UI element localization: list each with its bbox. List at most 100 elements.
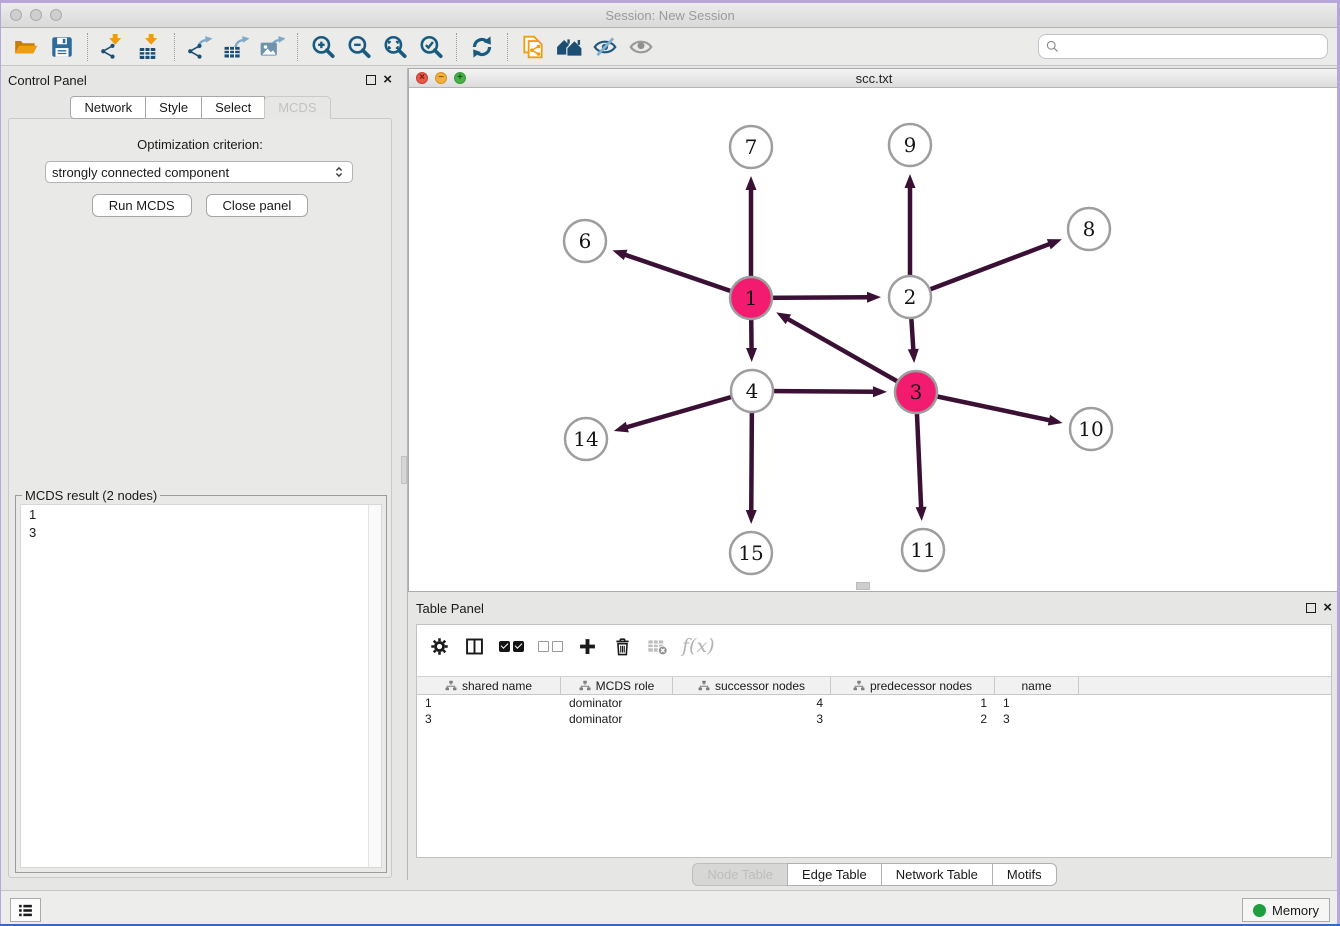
chevron-updown-icon	[332, 165, 346, 179]
export-network-icon[interactable]	[182, 30, 218, 64]
column-header-name[interactable]: name	[995, 677, 1079, 694]
zoom-in-icon[interactable]	[305, 30, 341, 64]
column-header-successor-nodes[interactable]: successor nodes	[673, 677, 831, 694]
gear-icon[interactable]	[429, 636, 450, 657]
network-canvas[interactable]: 7968124314101511	[409, 88, 1339, 591]
scrollbar[interactable]	[368, 505, 381, 867]
import-network-icon[interactable]	[95, 30, 131, 64]
export-image-icon[interactable]	[254, 30, 290, 64]
table-toolbar: f(x)	[417, 625, 1331, 667]
refresh-icon[interactable]	[464, 30, 500, 64]
column-header-shared-name[interactable]: shared name	[417, 677, 561, 694]
zoom-out-icon[interactable]	[341, 30, 377, 64]
table-row[interactable]: 1dominator411	[417, 695, 1331, 711]
split-columns-icon[interactable]	[464, 636, 485, 657]
run-mcds-button[interactable]: Run MCDS	[92, 194, 192, 217]
graph-edge-arrowhead	[867, 292, 881, 303]
mcds-panel: Optimization criterion: strongly connect…	[8, 118, 392, 878]
table-rows: 1dominator4113dominator323	[417, 695, 1331, 727]
task-history-button[interactable]	[10, 898, 41, 922]
tab-edge-table[interactable]: Edge Table	[787, 863, 882, 886]
search-box[interactable]	[1038, 34, 1328, 59]
tab-mcds[interactable]: MCDS	[264, 96, 330, 119]
status-bar: Memory	[0, 890, 1340, 926]
graph-edge-arrowhead	[746, 176, 757, 190]
graph-node-label: 6	[579, 229, 592, 253]
export-table-icon[interactable]	[218, 30, 254, 64]
list-icon	[17, 902, 34, 919]
table-row[interactable]: 3dominator323	[417, 711, 1331, 727]
float-panel-icon[interactable]	[366, 75, 376, 85]
zoom-fit-icon[interactable]	[377, 30, 413, 64]
table-cell[interactable]: dominator	[561, 695, 673, 711]
graph-edge-arrowhead	[746, 348, 757, 362]
control-panel: Control Panel × NetworkStyleSelectMCDS O…	[0, 68, 400, 880]
table-cell[interactable]: 2	[831, 711, 995, 727]
graph-edge-arrowhead	[614, 422, 629, 433]
tab-node-table[interactable]: Node Table	[692, 863, 788, 886]
table-cell[interactable]: 3	[995, 711, 1079, 727]
tab-style[interactable]: Style	[145, 96, 202, 119]
tab-network-table[interactable]: Network Table	[881, 863, 993, 886]
graph-edge-arrowhead	[612, 250, 627, 260]
table-cell[interactable]: dominator	[561, 711, 673, 727]
tab-select[interactable]: Select	[201, 96, 265, 119]
title-bar: Session: New Session	[0, 3, 1340, 28]
graph-node-label: 11	[910, 538, 935, 562]
graph-node-label: 9	[904, 133, 917, 157]
memory-label: Memory	[1272, 903, 1319, 918]
table-cell[interactable]: 1	[831, 695, 995, 711]
unselect-all-icon[interactable]	[538, 641, 563, 652]
toolbar-separator	[174, 33, 175, 61]
window-title: Session: New Session	[0, 8, 1340, 23]
graph-node-label: 14	[573, 427, 598, 451]
table-cell[interactable]: 3	[673, 711, 831, 727]
home-icon[interactable]	[551, 30, 587, 64]
show-all-icon[interactable]	[623, 30, 659, 64]
open-session-icon[interactable]	[8, 30, 44, 64]
table-cell[interactable]: 3	[417, 711, 561, 727]
network-window-title: scc.txt	[409, 71, 1339, 86]
table-cell[interactable]: 1	[995, 695, 1079, 711]
graph-node-label: 2	[904, 285, 917, 309]
column-header-MCDS-role[interactable]: MCDS role	[561, 677, 673, 694]
splitter-grip[interactable]	[856, 582, 870, 590]
graph-edge[interactable]	[910, 244, 1051, 297]
graph-edge[interactable]	[787, 318, 916, 392]
table-cell[interactable]: 4	[673, 695, 831, 711]
close-panel-button[interactable]: Close panel	[206, 194, 309, 217]
tab-motifs[interactable]: Motifs	[992, 863, 1057, 886]
clone-network-icon[interactable]	[515, 30, 551, 64]
column-type-icon	[445, 680, 457, 692]
table-header-row[interactable]: shared nameMCDS rolesuccessor nodesprede…	[417, 676, 1331, 695]
vertical-splitter[interactable]	[400, 68, 408, 880]
close-panel-icon[interactable]: ×	[383, 75, 392, 85]
add-column-icon[interactable]	[577, 636, 598, 657]
import-table-icon[interactable]	[131, 30, 167, 64]
zoom-selected-icon[interactable]	[413, 30, 449, 64]
save-session-icon[interactable]	[44, 30, 80, 64]
select-all-icon[interactable]	[499, 641, 524, 652]
float-panel-icon[interactable]	[1306, 603, 1316, 613]
graph-edge-arrowhead	[746, 510, 757, 524]
tab-network[interactable]: Network	[70, 96, 146, 119]
network-window-titlebar[interactable]: × − + scc.txt	[409, 69, 1339, 88]
table-panel-title: Table Panel	[416, 601, 484, 616]
graph-node-label: 8	[1083, 217, 1096, 241]
hide-selected-icon[interactable]	[587, 30, 623, 64]
column-header-predecessor-nodes[interactable]: predecessor nodes	[831, 677, 995, 694]
graph-node-label: 15	[738, 541, 763, 565]
search-icon	[1045, 39, 1060, 54]
optimization-select[interactable]: strongly connected component	[45, 161, 353, 183]
column-header-label: name	[1021, 679, 1051, 693]
close-panel-icon[interactable]: ×	[1323, 603, 1332, 613]
memory-button[interactable]: Memory	[1242, 898, 1330, 922]
graph-node-label: 3	[910, 380, 923, 404]
delete-icon[interactable]	[612, 636, 633, 657]
optimization-select-value: strongly connected component	[52, 165, 229, 180]
search-input[interactable]	[1064, 40, 1327, 54]
table-cell[interactable]: 1	[417, 695, 561, 711]
mcds-result-text[interactable]: 13	[20, 504, 382, 868]
splitter-grip[interactable]	[401, 456, 407, 484]
main-toolbar	[0, 28, 1340, 66]
